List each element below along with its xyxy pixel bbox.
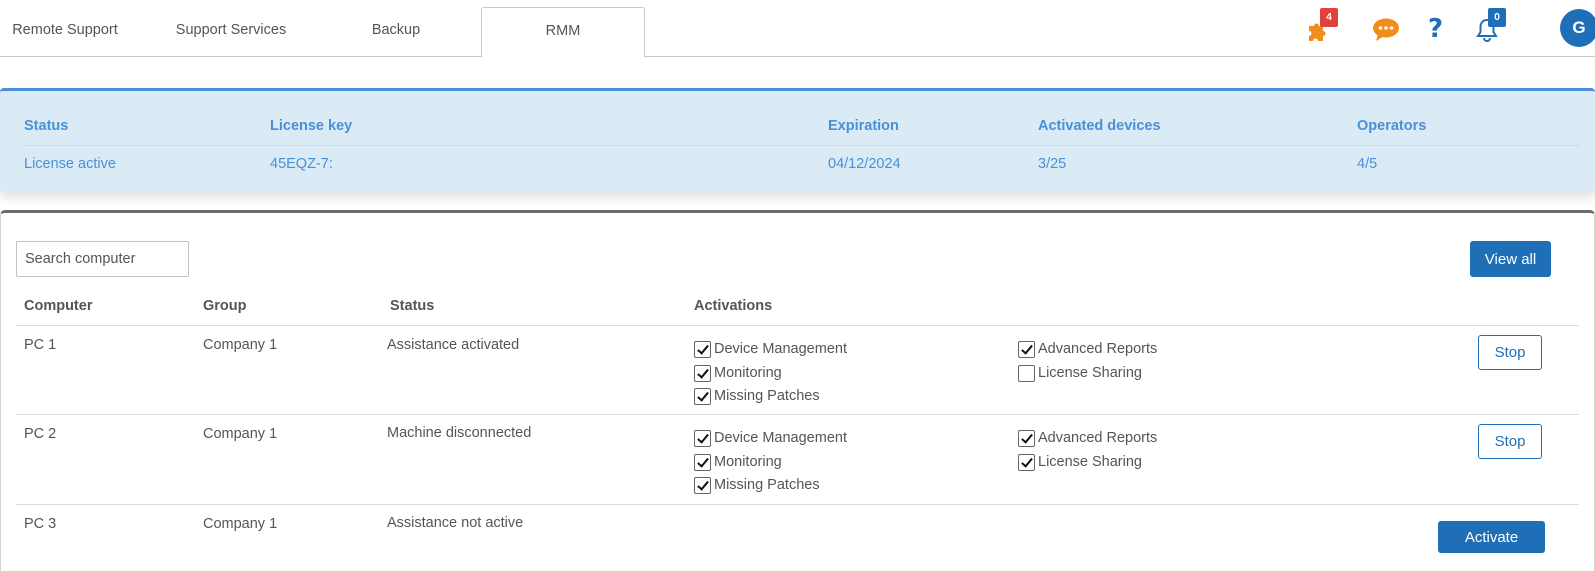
checkbox[interactable] xyxy=(1018,340,1035,358)
activation-monitoring[interactable]: Monitoring xyxy=(694,453,782,471)
checkbox[interactable] xyxy=(1018,429,1035,447)
checkbox-label: Missing Patches xyxy=(714,388,820,404)
row-divider xyxy=(16,504,1579,505)
computer-group: Company 1 xyxy=(203,516,278,532)
chat-icon xyxy=(1373,18,1399,41)
activation-advanced-reports[interactable]: Advanced Reports xyxy=(1018,340,1157,358)
checkbox-label: Advanced Reports xyxy=(1038,341,1158,357)
license-devices-value: 3/25 xyxy=(1038,156,1067,172)
license-devices-header: Activated devices xyxy=(1038,118,1161,134)
help-button[interactable]: ? xyxy=(1428,14,1450,44)
license-key-value: 45EQZ-7: xyxy=(270,156,333,172)
tab-support-services[interactable]: Support Services xyxy=(162,0,300,57)
activation-advanced-reports[interactable]: Advanced Reports xyxy=(1018,429,1157,447)
computer-status: Assistance not active xyxy=(387,515,524,531)
tab-backup[interactable]: Backup xyxy=(340,0,452,57)
checkbox[interactable] xyxy=(694,429,711,447)
checkbox[interactable] xyxy=(694,340,711,358)
license-expiration-header: Expiration xyxy=(828,118,899,134)
license-operators-value: 4/5 xyxy=(1357,156,1378,172)
column-activations: Activations xyxy=(694,298,773,314)
checkbox-label: License Sharing xyxy=(1038,454,1142,470)
activation-license-sharing[interactable]: License Sharing xyxy=(1018,364,1142,382)
computer-status: Machine disconnected xyxy=(387,425,532,441)
checkbox-label: Device Management xyxy=(714,430,847,446)
extensions-button[interactable]: 4 xyxy=(1306,8,1338,44)
checkbox[interactable] xyxy=(694,387,711,405)
computer-name: PC 1 xyxy=(24,337,57,353)
license-status-value: License active xyxy=(24,156,116,172)
activation-missing-patches[interactable]: Missing Patches xyxy=(694,387,820,405)
chat-button[interactable] xyxy=(1372,17,1402,43)
checkbox-label: Monitoring xyxy=(714,454,782,470)
column-status: Status xyxy=(390,298,435,314)
avatar[interactable]: G xyxy=(1560,9,1595,47)
license-expiration-value: 04/12/2024 xyxy=(828,156,901,172)
license-operators-header: Operators xyxy=(1357,118,1427,134)
activation-device-management[interactable]: Device Management xyxy=(694,340,847,358)
search-input[interactable] xyxy=(16,241,189,277)
license-key-header: License key xyxy=(270,118,353,134)
computer-group: Company 1 xyxy=(203,337,278,353)
checkbox[interactable] xyxy=(1018,364,1035,382)
activation-missing-patches[interactable]: Missing Patches xyxy=(694,476,820,494)
checkbox[interactable] xyxy=(694,364,711,382)
activation-device-management[interactable]: Device Management xyxy=(694,429,847,447)
column-group: Group xyxy=(203,298,247,314)
table-header-divider xyxy=(16,325,1579,326)
computer-name: PC 3 xyxy=(24,516,57,532)
checkbox-label: Monitoring xyxy=(714,365,782,381)
checkbox[interactable] xyxy=(694,476,711,494)
extensions-badge: 4 xyxy=(1320,8,1338,27)
question-icon: ? xyxy=(1428,14,1444,44)
checkbox-label: License Sharing xyxy=(1038,365,1142,381)
checkbox-label: Advanced Reports xyxy=(1038,430,1158,446)
tab-rmm[interactable]: RMM xyxy=(481,7,645,58)
license-status-header: Status xyxy=(24,118,69,134)
checkbox[interactable] xyxy=(694,453,711,471)
license-panel: Status License key Expiration Activated … xyxy=(0,88,1595,192)
computer-name: PC 2 xyxy=(24,426,57,442)
checkbox-label: Device Management xyxy=(714,341,847,357)
stop-button[interactable]: Stop xyxy=(1478,335,1542,370)
checkbox[interactable] xyxy=(1018,453,1035,471)
column-computer: Computer xyxy=(24,298,93,314)
tab-remote-support[interactable]: Remote Support xyxy=(0,0,130,57)
notifications-badge: 0 xyxy=(1488,8,1506,27)
activation-monitoring[interactable]: Monitoring xyxy=(694,364,782,382)
activate-button[interactable]: Activate xyxy=(1438,521,1545,553)
license-divider xyxy=(24,145,1579,146)
computer-status: Assistance activated xyxy=(387,337,520,353)
checkbox-label: Missing Patches xyxy=(714,477,820,493)
stop-button[interactable]: Stop xyxy=(1478,424,1542,459)
view-all-button[interactable]: View all xyxy=(1470,241,1551,277)
activation-license-sharing[interactable]: License Sharing xyxy=(1018,453,1142,471)
top-navigation: Remote Support Support Services Backup R… xyxy=(0,0,1595,58)
computer-group: Company 1 xyxy=(203,426,278,442)
notifications-button[interactable]: 0 xyxy=(1476,8,1506,44)
row-divider xyxy=(16,414,1579,415)
